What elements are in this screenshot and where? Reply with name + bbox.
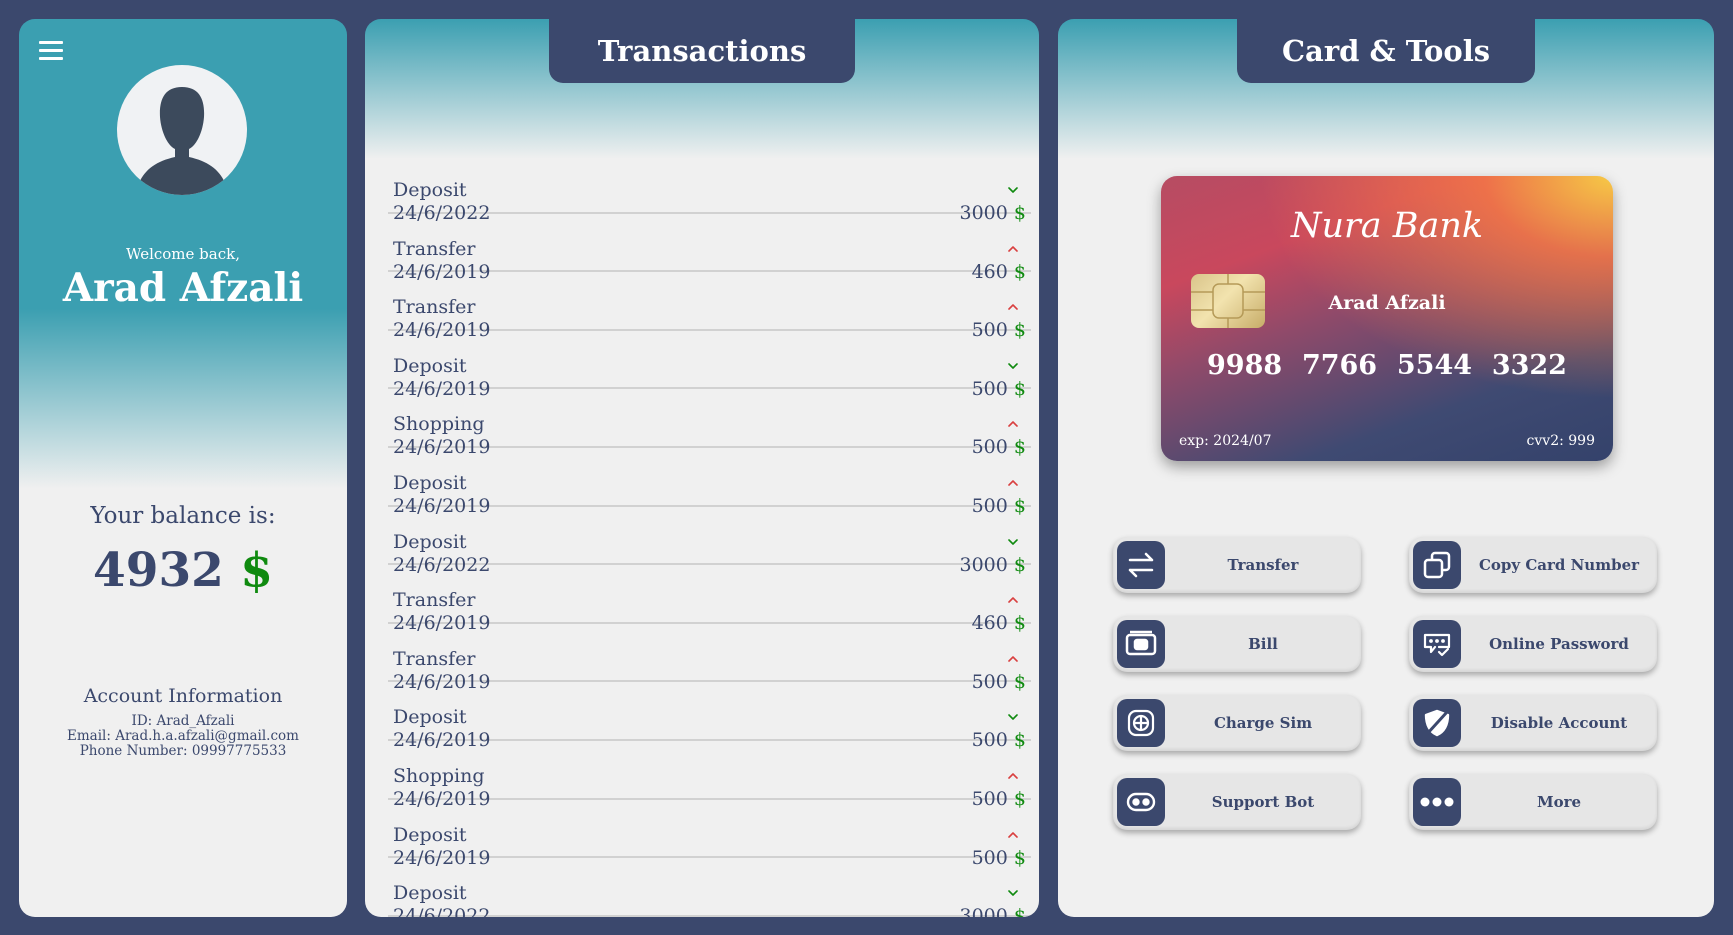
chevron-up-icon	[1008, 421, 1018, 428]
chevron-up-icon	[1008, 831, 1018, 838]
transaction-currency: $	[1013, 905, 1026, 917]
chevron-down-icon	[1008, 714, 1018, 721]
chevron-up-icon	[1008, 597, 1018, 603]
transaction-row[interactable]: Deposit 24/6/2019 500 $	[388, 448, 1031, 517]
card-number-group: 5544	[1396, 350, 1473, 381]
chevron-down-icon	[1008, 187, 1018, 193]
hamburger-menu-icon[interactable]	[39, 41, 63, 61]
transaction-type: Deposit	[393, 471, 467, 494]
chevron-up-icon	[1008, 480, 1018, 486]
bot-icon	[1117, 778, 1165, 826]
chevron-up-icon	[1008, 773, 1018, 779]
transaction-row[interactable]: Deposit 24/6/2022 3000 $	[388, 155, 1031, 224]
welcome-text: Welcome back,	[126, 245, 240, 263]
transfer-button[interactable]: Transfer	[1113, 537, 1361, 593]
bill-label: Bill	[1248, 635, 1278, 653]
transaction-row[interactable]: Deposit 24/6/2022 3000 $	[388, 858, 1031, 917]
transaction-row[interactable]: Deposit 24/6/2019 500 $	[388, 682, 1031, 751]
transaction-row[interactable]: Transfer 24/6/2019 500 $	[388, 272, 1031, 341]
transaction-row[interactable]: Deposit 24/6/2019 500 $	[388, 331, 1031, 400]
transactions-panel: Transactions Deposit 24/6/2022 3000 $ Trans…	[365, 19, 1039, 917]
transactions-title: Transactions	[549, 19, 855, 83]
card-cvv: cvv2: 999	[1526, 433, 1595, 449]
disable-account-label: Disable Account	[1490, 714, 1628, 732]
chevron-up-icon	[1008, 245, 1018, 252]
transaction-row[interactable]: Deposit 24/6/2022 3000 $	[388, 507, 1031, 576]
transaction-row[interactable]: Shopping 24/6/2019 500 $	[388, 741, 1031, 810]
card-expiry: exp: 2024/07	[1179, 433, 1272, 449]
card-number-group: 9988	[1207, 350, 1283, 381]
chevron-down-icon	[1008, 890, 1018, 896]
online-password-button[interactable]: Online Password	[1409, 616, 1657, 672]
copy-icon	[1413, 541, 1461, 589]
bank-card: Nura Bank Arad Afzali 9988 7766 5544 332…	[1161, 176, 1613, 461]
transaction-type: Transfer	[393, 237, 476, 260]
balance-label: Your balance is:	[90, 503, 276, 529]
chevron-up-icon	[1008, 655, 1018, 662]
card-tools-title: Card & Tools	[1237, 19, 1535, 83]
account-phone: Phone Number: 09997775533	[79, 743, 287, 759]
transaction-row[interactable]: Transfer 24/6/2019 460 $	[388, 565, 1031, 634]
profile-panel: Welcome back, Arad Afzali Your balance i…	[19, 19, 347, 917]
user-silhouette-icon	[139, 87, 225, 195]
transaction-type: Deposit	[393, 823, 467, 846]
online-password-label: Online Password	[1489, 635, 1629, 653]
transaction-row[interactable]: Transfer 24/6/2019 460 $	[388, 214, 1031, 283]
card-bank-name: Nura Bank	[1290, 206, 1484, 246]
transaction-type: Deposit	[393, 179, 467, 201]
more-dots-icon	[1413, 778, 1461, 826]
more-label: More	[1536, 793, 1582, 811]
transaction-type: Shopping	[393, 764, 485, 787]
charge-sim-button[interactable]: Charge Sim	[1113, 695, 1361, 751]
transaction-type: Shopping	[393, 413, 485, 436]
disable-account-button[interactable]: Disable Account	[1409, 695, 1657, 751]
support-bot-button[interactable]: Support Bot	[1113, 774, 1361, 830]
charge-sim-label: Charge Sim	[1213, 714, 1313, 732]
card-number-group: 7766	[1301, 350, 1378, 381]
balance-currency: $	[240, 543, 273, 598]
transaction-row[interactable]: Transfer 24/6/2019 500 $	[388, 624, 1031, 693]
shield-slash-icon	[1413, 699, 1461, 747]
account-info-title: Account Information	[83, 685, 283, 707]
transaction-type: Transfer	[393, 647, 476, 670]
card-holder-name: Arad Afzali	[1328, 292, 1446, 314]
copy-card-number-label: Copy Card Number	[1478, 556, 1640, 574]
bill-button[interactable]: Bill	[1113, 616, 1361, 672]
transaction-type: Deposit	[393, 706, 467, 729]
copy-card-number-button[interactable]: Copy Card Number	[1409, 537, 1657, 593]
transaction-row[interactable]: Shopping 24/6/2019 500 $	[388, 389, 1031, 458]
user-name: Arad Afzali	[62, 265, 304, 311]
balance-value: 4932 $	[19, 543, 347, 598]
chevron-down-icon	[1008, 362, 1018, 369]
card-number-group: 3322	[1491, 350, 1567, 381]
balance-amount: 4932	[93, 543, 224, 598]
chevron-up-icon	[1008, 304, 1018, 310]
account-id: ID: Arad_Afzali	[131, 713, 235, 729]
more-button[interactable]: More	[1409, 774, 1657, 830]
transaction-amount-value: 3000	[959, 905, 1008, 917]
transactions-list[interactable]: Deposit 24/6/2022 3000 $ Transfer 24/6/2019 4…	[388, 155, 1031, 917]
transaction-type: Deposit	[393, 354, 467, 377]
support-bot-label: Support Bot	[1211, 793, 1315, 811]
card-number: 9988 7766 5544 3322	[1207, 350, 1567, 381]
account-email: Email: Arad.h.a.afzali@gmail.com	[67, 728, 299, 744]
transaction-type: Transfer	[393, 296, 476, 319]
avatar	[117, 65, 247, 195]
transaction-amount: 3000 $	[960, 905, 1027, 917]
transaction-type: Deposit	[393, 530, 467, 553]
transfer-arrows-icon	[1117, 541, 1165, 589]
card-tools-panel: Card & Tools Nura Bank Arad Afzali 9988 …	[1058, 19, 1714, 917]
bill-icon	[1117, 620, 1165, 668]
transaction-date: 24/6/2022	[393, 905, 491, 917]
transaction-row[interactable]: Deposit 24/6/2019 500 $	[388, 800, 1031, 869]
transaction-type: Transfer	[393, 589, 476, 612]
transfer-label: Transfer	[1227, 556, 1299, 574]
chevron-down-icon	[1008, 538, 1018, 545]
transaction-type: Deposit	[393, 882, 467, 905]
sim-card-icon	[1117, 699, 1165, 747]
password-message-icon	[1413, 620, 1461, 668]
